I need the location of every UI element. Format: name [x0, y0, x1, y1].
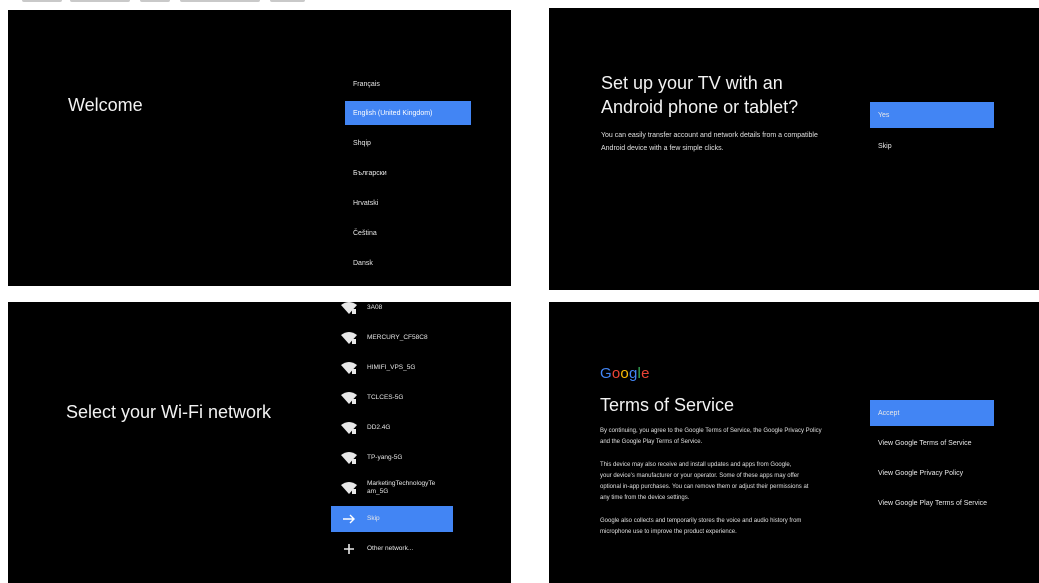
google-logo-letter: e	[641, 365, 650, 382]
welcome-title: Welcome	[68, 95, 143, 115]
wifi-icon	[341, 482, 357, 494]
wifi-network-item[interactable]: MarketingTechnologyTe am_5G	[331, 475, 453, 501]
terms-of-service-screen: Google Terms of Service By continuing, y…	[549, 302, 1039, 583]
wifi-icon	[341, 452, 357, 464]
language-item-dansk[interactable]: Dansk	[345, 251, 471, 275]
tos-paragraph-line: Google also collects and temporarily sto…	[600, 518, 802, 524]
wifi-network-name: MarketingTechnologyTe am_5G	[367, 480, 435, 496]
wifi-screen: Select your Wi-Fi network 3A08 MERCURY_C…	[8, 302, 511, 583]
other-network-button[interactable]: Other network...	[331, 536, 453, 562]
wifi-icon	[341, 332, 357, 344]
wifi-network-item[interactable]: DD2.4G	[331, 415, 453, 441]
tos-paragraph-1: By continuing, you agree to the Google T…	[600, 426, 822, 448]
phone-setup-title: Set up your TV with an Android phone or …	[601, 71, 798, 119]
view-google-terms-button[interactable]: View Google Terms of Service	[870, 430, 1010, 456]
wifi-network-item[interactable]: TP-yang-5G	[331, 445, 453, 471]
wifi-network-name: TP-yang-5G	[367, 454, 403, 461]
top-cropped-strip	[0, 0, 1039, 8]
view-google-play-terms-button[interactable]: View Google Play Terms of Service	[870, 490, 1030, 516]
wifi-icon	[341, 362, 357, 374]
language-item-francais[interactable]: Français	[345, 72, 471, 96]
wifi-network-item[interactable]: 3A08	[331, 302, 453, 321]
view-google-privacy-button[interactable]: View Google Privacy Policy	[870, 460, 1010, 486]
tos-paragraph-line: This device may also receive and install…	[600, 462, 792, 468]
tos-paragraph-line: your device's manufacturer or your opera…	[600, 473, 800, 479]
accept-button[interactable]: Accept	[870, 400, 994, 426]
phone-setup-title-line2: Android phone or tablet?	[601, 97, 799, 117]
wifi-icon	[341, 392, 357, 404]
phone-setup-description-line1: You can easily transfer account and netw…	[601, 132, 818, 139]
wifi-icon	[341, 302, 357, 314]
wifi-skip-button[interactable]: Skip	[331, 506, 453, 532]
skip-button[interactable]: Skip	[870, 133, 994, 159]
phone-setup-description-line2: Android device with a few simple clicks.	[601, 145, 724, 152]
wifi-network-item[interactable]: TCLCES-5G	[331, 385, 453, 411]
tos-paragraph-line: any time from the device settings.	[600, 495, 690, 501]
language-item-hrvatski[interactable]: Hrvatski	[345, 191, 471, 215]
tos-paragraph-3: Google also collects and temporarily sto…	[600, 516, 801, 538]
google-logo-letter: o	[620, 365, 629, 382]
wifi-network-name: HIMIFI_VPS_5G	[367, 364, 416, 371]
tos-paragraph-line: and the Google Play Terms of Service.	[600, 439, 703, 445]
wifi-icon	[341, 422, 357, 434]
tos-paragraph-line: microphone use to improve the product ex…	[600, 529, 737, 535]
wifi-network-name-line2: am_5G	[367, 488, 389, 495]
phone-setup-screen: Set up your TV with an Android phone or …	[549, 8, 1039, 290]
wifi-network-name: TCLCES-5G	[367, 394, 404, 401]
google-logo-letter: G	[600, 365, 612, 382]
tos-title: Terms of Service	[600, 395, 735, 415]
arrow-right-icon	[343, 514, 355, 524]
tos-paragraph-line: optional in-app purchases. You can remov…	[600, 484, 809, 490]
wifi-skip-label: Skip	[367, 515, 380, 522]
wifi-network-item[interactable]: MERCURY_CF58C8	[331, 325, 453, 351]
plus-icon	[344, 544, 354, 554]
google-logo: Google	[600, 365, 650, 382]
language-item-bulgarian[interactable]: Български	[345, 161, 471, 185]
yes-button[interactable]: Yes	[870, 102, 994, 128]
wifi-network-name: 3A08	[367, 304, 383, 311]
tos-paragraph-2: This device may also receive and install…	[600, 460, 808, 504]
language-item-english-uk[interactable]: English (United Kingdom)	[345, 101, 471, 125]
wifi-network-item[interactable]: HIMIFI_VPS_5G	[331, 355, 453, 381]
tos-paragraph-line: By continuing, you agree to the Google T…	[600, 428, 822, 434]
phone-setup-description: You can easily transfer account and netw…	[601, 129, 818, 155]
language-item-cestina[interactable]: Čeština	[345, 221, 471, 245]
phone-setup-title-line1: Set up your TV with an	[601, 73, 783, 93]
other-network-label: Other network...	[367, 545, 414, 552]
wifi-network-name: DD2.4G	[367, 424, 391, 431]
welcome-screen: Welcome Français English (United Kingdom…	[8, 10, 511, 286]
wifi-network-name-line1: MarketingTechnologyTe	[367, 480, 436, 487]
language-item-shqip[interactable]: Shqip	[345, 131, 471, 155]
wifi-network-name: MERCURY_CF58C8	[367, 334, 428, 341]
google-logo-letter: g	[628, 365, 638, 382]
wifi-title: Select your Wi-Fi network	[66, 402, 272, 422]
